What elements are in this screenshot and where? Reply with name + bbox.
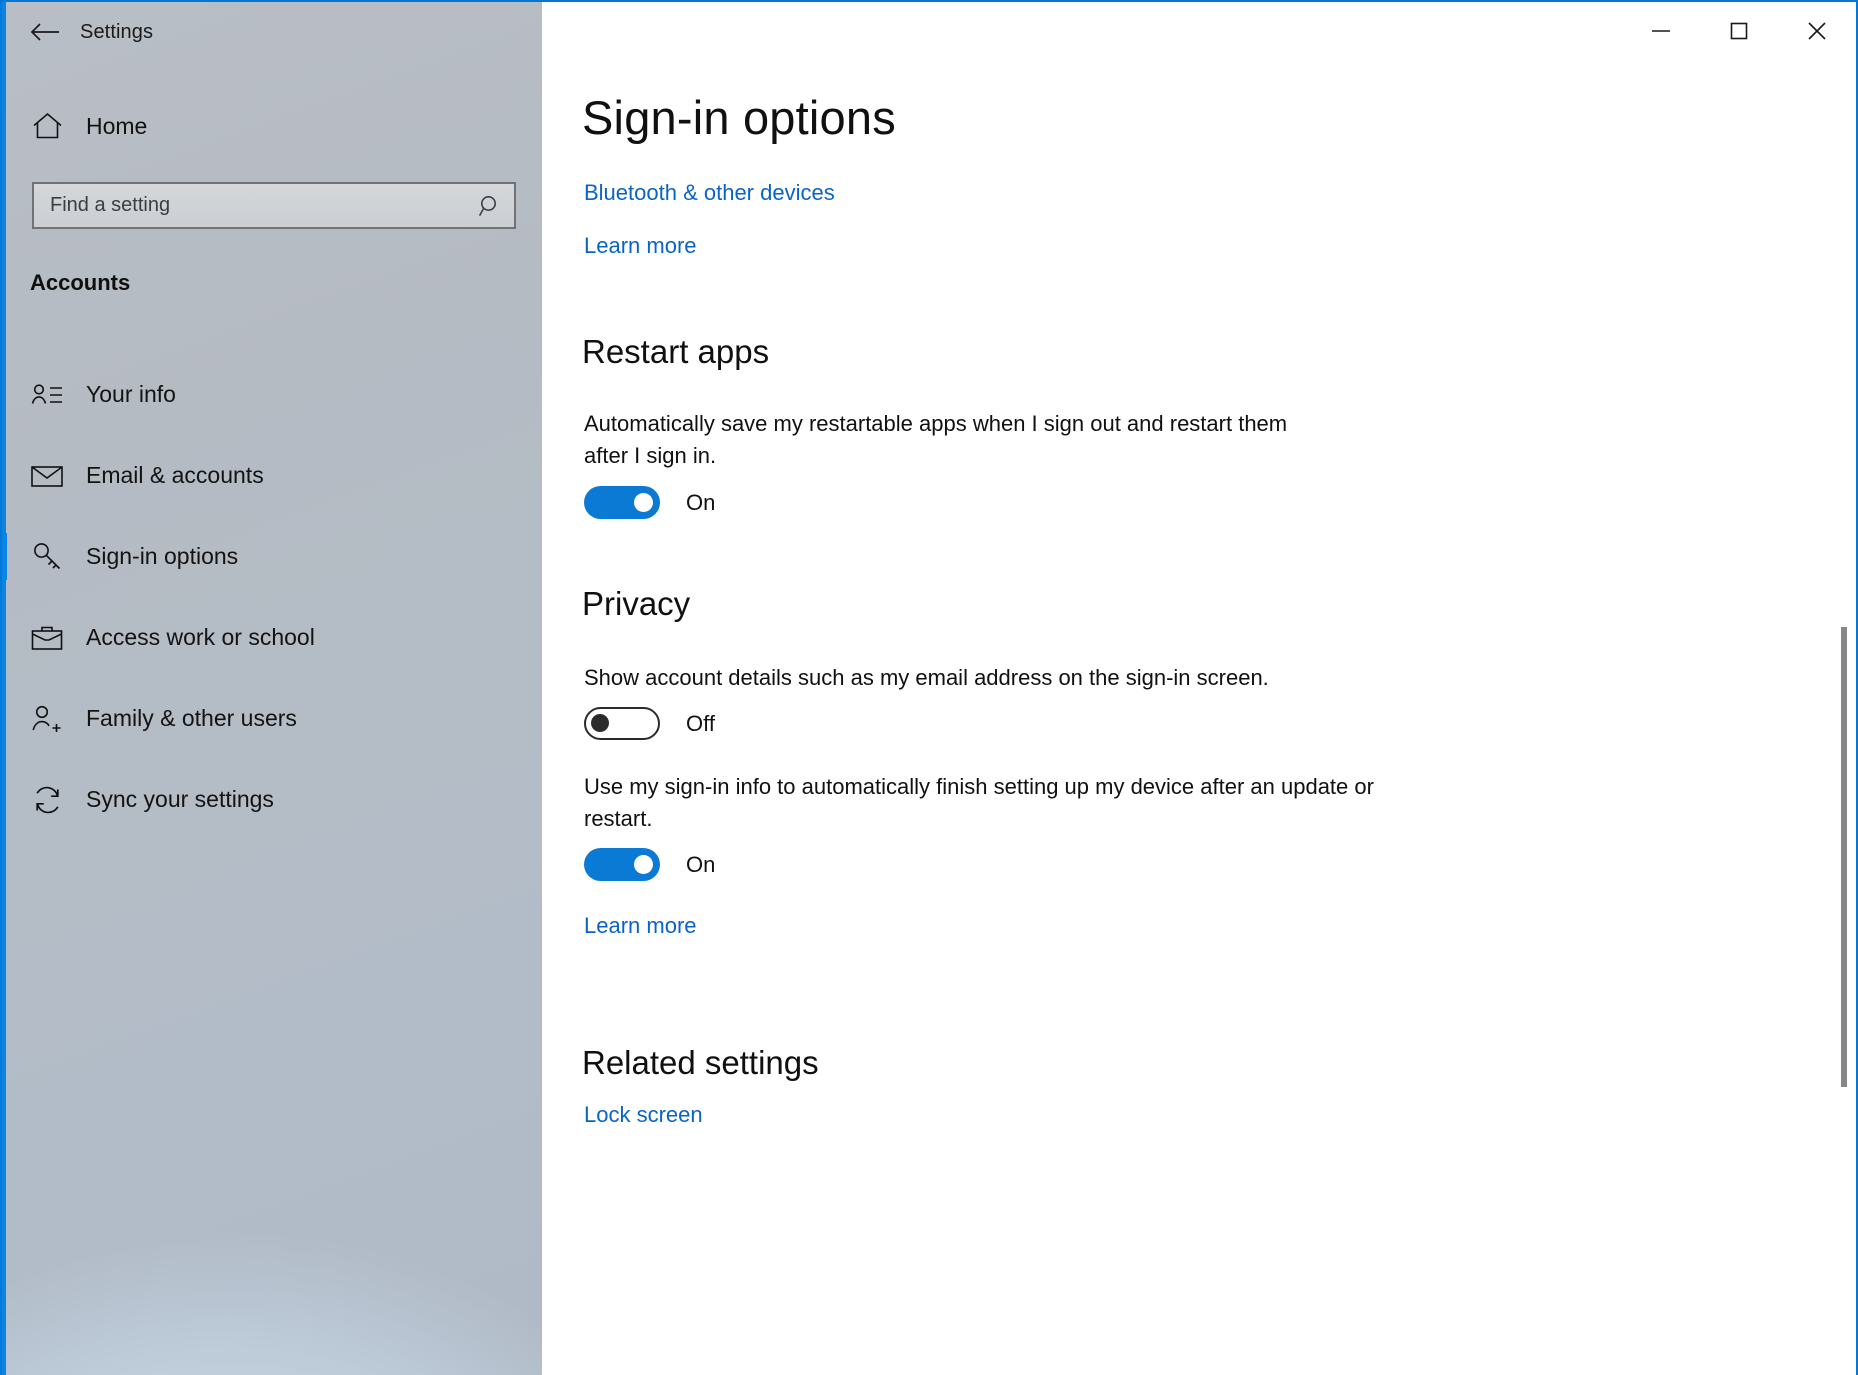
sidebar-group-title: Accounts bbox=[30, 270, 130, 296]
related-settings-heading: Related settings bbox=[582, 1044, 819, 1082]
privacy-account-details-toggle[interactable] bbox=[584, 707, 660, 740]
settings-window: Settings Home Accounts bbox=[0, 0, 1858, 1375]
privacy-account-details-toggle-row: Off bbox=[584, 707, 715, 740]
privacy-account-details-description: Show account details such as my email ad… bbox=[584, 662, 1484, 694]
link-bluetooth-other-devices[interactable]: Bluetooth & other devices bbox=[584, 180, 835, 206]
home-icon bbox=[24, 112, 70, 140]
back-button[interactable] bbox=[18, 10, 72, 54]
sidebar-item-family-other-users-label: Family & other users bbox=[86, 705, 297, 732]
sidebar-item-your-info-label: Your info bbox=[86, 381, 176, 408]
window-controls bbox=[1622, 2, 1856, 60]
sidebar-titlebar: Settings bbox=[2, 2, 542, 62]
briefcase-icon bbox=[24, 625, 70, 651]
restart-apps-description: Automatically save my restartable apps w… bbox=[584, 408, 1324, 472]
search-input[interactable] bbox=[34, 194, 466, 217]
sidebar: Settings Home Accounts bbox=[2, 2, 542, 1375]
sidebar-item-email-accounts[interactable]: Email & accounts bbox=[2, 435, 542, 516]
toggle-knob bbox=[591, 714, 609, 732]
content-scrollbar-thumb[interactable] bbox=[1841, 627, 1847, 1087]
sidebar-item-access-work-school-label: Access work or school bbox=[86, 624, 315, 651]
privacy-signin-info-description: Use my sign-in info to automatically fin… bbox=[584, 771, 1374, 835]
sidebar-item-sign-in-options-label: Sign-in options bbox=[86, 543, 238, 570]
privacy-signin-info-toggle[interactable] bbox=[584, 848, 660, 881]
sidebar-item-sync-settings[interactable]: Sync your settings bbox=[2, 759, 542, 840]
page-title: Sign-in options bbox=[582, 90, 896, 145]
sidebar-nav-list: Your info Email & accounts bbox=[2, 354, 542, 840]
link-learn-more-privacy[interactable]: Learn more bbox=[584, 913, 697, 939]
key-icon bbox=[24, 542, 70, 572]
sidebar-item-sync-settings-label: Sync your settings bbox=[86, 786, 274, 813]
sidebar-item-email-accounts-label: Email & accounts bbox=[86, 462, 264, 489]
maximize-button[interactable] bbox=[1700, 2, 1778, 60]
app-title: Settings bbox=[80, 21, 153, 44]
restart-apps-toggle-row: On bbox=[584, 486, 715, 519]
privacy-signin-info-toggle-row: On bbox=[584, 848, 715, 881]
sidebar-item-home[interactable]: Home bbox=[2, 100, 542, 152]
minimize-button[interactable] bbox=[1622, 2, 1700, 60]
search-icon[interactable] bbox=[466, 184, 514, 227]
sidebar-item-sign-in-options[interactable]: Sign-in options bbox=[2, 516, 542, 597]
mail-icon bbox=[24, 464, 70, 488]
sidebar-item-your-info[interactable]: Your info bbox=[2, 354, 542, 435]
privacy-heading: Privacy bbox=[582, 585, 690, 623]
privacy-account-details-toggle-state: Off bbox=[686, 711, 715, 737]
toggle-knob bbox=[634, 855, 653, 874]
restart-apps-heading: Restart apps bbox=[582, 333, 769, 371]
restart-apps-toggle[interactable] bbox=[584, 486, 660, 519]
contact-info-icon bbox=[24, 383, 70, 407]
content-pane: Sign-in options Bluetooth & other device… bbox=[542, 2, 1856, 1375]
search-box[interactable] bbox=[32, 182, 516, 229]
sidebar-item-home-label: Home bbox=[86, 113, 147, 140]
sidebar-item-family-other-users[interactable]: Family & other users bbox=[2, 678, 542, 759]
sync-icon bbox=[24, 785, 70, 815]
privacy-signin-info-toggle-state: On bbox=[686, 852, 715, 878]
add-user-icon bbox=[24, 704, 70, 734]
toggle-knob bbox=[634, 493, 653, 512]
sidebar-item-access-work-school[interactable]: Access work or school bbox=[2, 597, 542, 678]
content-scrollbar[interactable] bbox=[1838, 2, 1852, 1375]
restart-apps-toggle-state: On bbox=[686, 490, 715, 516]
link-lock-screen[interactable]: Lock screen bbox=[584, 1102, 703, 1128]
link-learn-more-top[interactable]: Learn more bbox=[584, 233, 697, 259]
